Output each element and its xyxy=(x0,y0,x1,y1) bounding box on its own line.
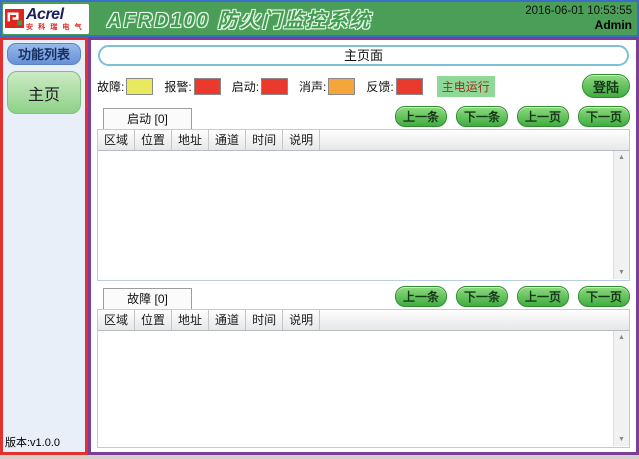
acrel-logo: Acrel 安 科 瑞 电 气 xyxy=(3,4,89,34)
start-section-header: 启动 [0] 上一条 下一条 上一页 下一页 xyxy=(97,106,630,129)
acrel-logo-icon xyxy=(5,9,24,28)
fault-table-header-row: 区域 位置 地址 通道 时间 说明 xyxy=(98,310,629,331)
feedback-indicator: 反馈: xyxy=(366,78,422,95)
column-header-time[interactable]: 时间 xyxy=(246,310,283,330)
brand-name: Acrel xyxy=(26,7,83,23)
scroll-down-icon[interactable]: ▼ xyxy=(618,436,625,443)
column-header-position[interactable]: 位置 xyxy=(135,130,172,150)
brand-subtitle: 安 科 瑞 电 气 xyxy=(26,24,83,31)
start-events-table: 区域 位置 地址 通道 时间 说明 ▲ ▼ xyxy=(97,129,630,281)
sidebar: 功能列表 主页 版本:v1.0.0 xyxy=(0,37,88,455)
scroll-up-icon[interactable]: ▲ xyxy=(618,154,625,161)
mute-indicator: 消声: xyxy=(299,78,355,95)
column-header-description[interactable]: 说明 xyxy=(283,130,320,150)
column-header-position[interactable]: 位置 xyxy=(135,310,172,330)
fault-table-scrollbar[interactable]: ▲ ▼ xyxy=(613,331,629,446)
tab-fault-events[interactable]: 故障 [0] xyxy=(103,288,192,309)
page-title: 主页面 xyxy=(98,45,629,66)
fault-next-item-button[interactable]: 下一条 xyxy=(456,286,508,307)
app-window: Acrel 安 科 瑞 电 气 AFRD100 防火门监控系统 2016-06-… xyxy=(0,0,639,459)
fault-table-body xyxy=(98,331,629,447)
start-table-body xyxy=(98,151,629,280)
feedback-indicator-light xyxy=(396,78,423,95)
start-indicator: 启动: xyxy=(232,78,288,95)
column-header-region[interactable]: 区域 xyxy=(98,310,135,330)
fault-prev-item-button[interactable]: 上一条 xyxy=(395,286,447,307)
alarm-indicator-light xyxy=(194,78,221,95)
start-next-page-button[interactable]: 下一页 xyxy=(578,106,630,127)
app-title: AFRD100 防火门监控系统 xyxy=(107,4,371,33)
column-header-channel[interactable]: 通道 xyxy=(209,310,246,330)
status-row: 故障: 报警: 启动: 消声: 反馈: xyxy=(97,74,630,98)
current-user-label: Admin xyxy=(525,18,632,33)
column-header-address[interactable]: 地址 xyxy=(172,310,209,330)
column-header-region[interactable]: 区域 xyxy=(98,130,135,150)
datetime-label: 2016-06-01 10:53:55 xyxy=(525,4,632,18)
scroll-down-icon[interactable]: ▼ xyxy=(618,269,625,276)
fault-section-header: 故障 [0] 上一条 下一条 上一页 下一页 xyxy=(97,286,630,309)
version-label: 版本:v1.0.0 xyxy=(3,433,85,452)
start-indicator-light xyxy=(261,78,288,95)
fault-indicator-light xyxy=(126,78,153,95)
alarm-indicator-label: 报警: xyxy=(164,78,191,95)
start-prev-page-button[interactable]: 上一页 xyxy=(517,106,569,127)
tab-start-events[interactable]: 启动 [0] xyxy=(103,108,192,129)
feedback-indicator-label: 反馈: xyxy=(366,78,393,95)
fault-next-page-button[interactable]: 下一页 xyxy=(578,286,630,307)
fault-indicator-label: 故障: xyxy=(97,78,124,95)
column-header-channel[interactable]: 通道 xyxy=(209,130,246,150)
fault-prev-page-button[interactable]: 上一页 xyxy=(517,286,569,307)
fault-events-table: 区域 位置 地址 通道 时间 说明 ▲ ▼ xyxy=(97,309,630,448)
sidebar-title: 功能列表 xyxy=(7,43,81,65)
start-indicator-label: 启动: xyxy=(232,78,259,95)
column-header-description[interactable]: 说明 xyxy=(283,310,320,330)
start-prev-item-button[interactable]: 上一条 xyxy=(395,106,447,127)
alarm-indicator: 报警: xyxy=(164,78,220,95)
start-table-header-row: 区域 位置 地址 通道 时间 说明 xyxy=(98,130,629,151)
main-power-status-badge: 主电运行 xyxy=(437,76,495,97)
start-next-item-button[interactable]: 下一条 xyxy=(456,106,508,127)
app-header: Acrel 安 科 瑞 电 气 AFRD100 防火门监控系统 2016-06-… xyxy=(0,0,639,37)
column-header-time[interactable]: 时间 xyxy=(246,130,283,150)
mute-indicator-light xyxy=(328,78,355,95)
mute-indicator-label: 消声: xyxy=(299,78,326,95)
start-table-scrollbar[interactable]: ▲ ▼ xyxy=(613,151,629,279)
scroll-up-icon[interactable]: ▲ xyxy=(618,334,625,341)
main-panel: 主页面 故障: 报警: 启动: 消声: xyxy=(88,37,639,455)
login-button[interactable]: 登陆 xyxy=(582,74,630,98)
sidebar-item-home[interactable]: 主页 xyxy=(7,71,81,114)
fault-indicator: 故障: xyxy=(97,78,153,95)
column-header-address[interactable]: 地址 xyxy=(172,130,209,150)
